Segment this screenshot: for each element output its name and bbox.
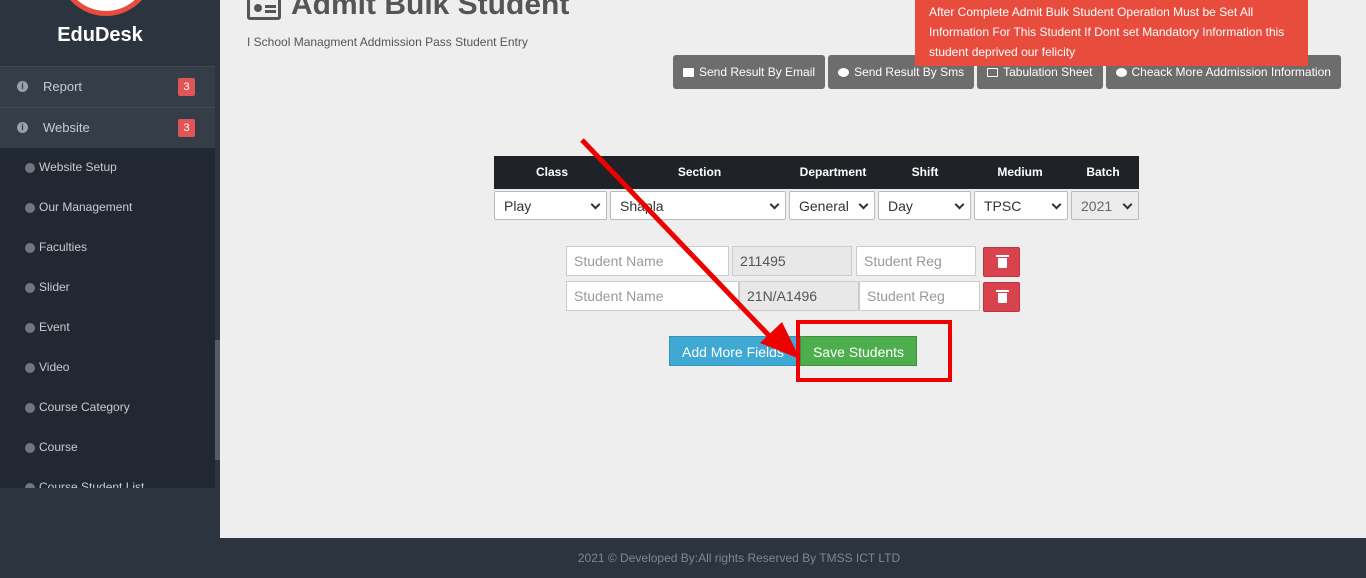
submenu-item-faculties[interactable]: Faculties — [0, 228, 215, 268]
batch-select[interactable]: 2021 — [1071, 191, 1139, 220]
student-roll-field: 211495 — [732, 246, 852, 276]
student-reg-input[interactable]: Student Reg — [856, 246, 976, 276]
submenu-label: Course Student List — [39, 480, 145, 488]
info-icon — [1115, 67, 1127, 77]
logo-text: EduDesk — [57, 24, 143, 46]
submenu-item-website-setup[interactable]: Website Setup — [0, 148, 215, 188]
department-select[interactable]: General — [789, 191, 875, 220]
chevron-down-icon — [769, 199, 780, 210]
sidebar-bottom — [0, 488, 220, 578]
logo-icon — [58, 0, 154, 16]
page-subtitle: I School Managment Addmission Pass Stude… — [247, 35, 528, 49]
id-card-icon — [247, 0, 281, 20]
submenu-label: Website Setup — [39, 160, 117, 174]
bullet-icon — [25, 163, 35, 173]
select-value: General — [799, 197, 849, 214]
submenu-label: Our Management — [39, 200, 133, 214]
submenu-item-course[interactable]: Course — [0, 428, 215, 468]
sidebar-item-label: Website — [43, 120, 90, 135]
sidebar-menu: i Report 3 i Website 3 — [0, 66, 215, 148]
submenu-label: Course Category — [39, 400, 130, 414]
select-value: Play — [504, 197, 532, 214]
chevron-down-icon — [1122, 199, 1133, 210]
class-select[interactable]: Play — [494, 191, 607, 220]
student-reg-input[interactable]: Student Reg — [859, 281, 980, 311]
chevron-down-icon — [590, 199, 601, 210]
bullet-icon — [25, 443, 35, 453]
send-result-email-button[interactable]: Send Result By Email — [673, 55, 826, 89]
bullet-icon — [25, 403, 35, 413]
submenu-label: Video — [39, 360, 70, 374]
main-content: Admit Bulk Student I School Managment Ad… — [220, 0, 1366, 538]
count-badge: 3 — [178, 119, 195, 137]
medium-select[interactable]: TPSC — [974, 191, 1068, 220]
trash-icon — [996, 290, 1009, 303]
submenu-label: Course — [39, 440, 78, 454]
button-label: Send Result By Sms — [854, 65, 965, 79]
chevron-down-icon — [1051, 199, 1062, 210]
chevron-down-icon — [954, 199, 965, 210]
chevron-down-icon — [858, 199, 869, 210]
student-name-input[interactable]: Student Name — [566, 281, 739, 311]
highlight-annotation-box — [796, 320, 952, 382]
table-icon — [987, 67, 999, 77]
section-select[interactable]: Shapla — [610, 191, 786, 220]
submenu-label: Event — [39, 320, 70, 334]
envelope-icon — [683, 67, 694, 77]
student-roll-field: 21N/A1496 — [739, 281, 859, 311]
shift-select[interactable]: Day — [878, 191, 971, 220]
bullet-icon — [25, 203, 35, 213]
submenu-item-course-category[interactable]: Course Category — [0, 388, 215, 428]
sidebar-item-website[interactable]: i Website 3 — [0, 107, 215, 148]
header-department: Department — [799, 165, 867, 179]
trash-icon — [996, 255, 1009, 268]
add-more-fields-button[interactable]: Add More Fields — [669, 336, 799, 366]
page-title-text: Admit Bulk Student — [291, 0, 570, 21]
header-batch: Batch — [1086, 165, 1120, 179]
delete-row-button[interactable] — [983, 282, 1020, 312]
submenu-label: Faculties — [39, 240, 88, 254]
select-value: TPSC — [984, 197, 1022, 214]
header-medium: Medium — [997, 165, 1043, 179]
header-class: Class — [535, 165, 569, 179]
website-submenu: Website Setup Our Management Faculties S… — [0, 148, 215, 488]
sidebar: EduDesk i Report 3 i Website 3 Website S… — [0, 0, 220, 578]
bullet-icon — [25, 243, 35, 253]
header-shift: Shift — [911, 165, 939, 179]
student-name-input[interactable]: Student Name — [566, 246, 729, 276]
submenu-label: Slider — [39, 280, 70, 294]
submenu-item-our-management[interactable]: Our Management — [0, 188, 215, 228]
info-icon: i — [17, 81, 28, 92]
filter-select-row: Play Shapla General Day TPSC 2021 — [494, 189, 1139, 220]
warning-alert: After Complete Admit Bulk Student Operat… — [915, 0, 1308, 66]
info-icon: i — [17, 122, 28, 133]
sidebar-item-label: Report — [43, 79, 83, 94]
submenu-item-video[interactable]: Video — [0, 348, 215, 388]
submenu-item-course-student-list[interactable]: Course Student List — [0, 468, 215, 488]
submenu-item-slider[interactable]: Slider — [0, 268, 215, 308]
bullet-icon — [25, 323, 35, 333]
header-section: Section — [677, 165, 722, 179]
button-label: Cheack More Addmission Information — [1131, 65, 1331, 79]
select-value: Day — [888, 197, 913, 214]
sidebar-item-report[interactable]: i Report 3 — [0, 66, 215, 107]
submenu-item-event[interactable]: Event — [0, 308, 215, 348]
select-value: 2021 — [1081, 197, 1113, 214]
count-badge: 3 — [178, 78, 195, 96]
class-filter-table: Class Section Department Shift Medium Ba… — [494, 156, 1139, 220]
footer: 2021 © Developed By:All rights Reserved … — [220, 538, 1366, 578]
comment-icon — [838, 67, 850, 77]
delete-row-button[interactable] — [983, 247, 1020, 277]
bullet-icon — [25, 283, 35, 293]
button-label: Send Result By Email — [699, 65, 816, 79]
page-title: Admit Bulk Student — [247, 0, 569, 22]
select-value: Shapla — [620, 197, 664, 214]
button-label: Tabulation Sheet — [1003, 65, 1093, 79]
logo-area: EduDesk — [0, 0, 218, 66]
filter-header-row: Class Section Department Shift Medium Ba… — [494, 156, 1139, 189]
bullet-icon — [25, 363, 35, 373]
